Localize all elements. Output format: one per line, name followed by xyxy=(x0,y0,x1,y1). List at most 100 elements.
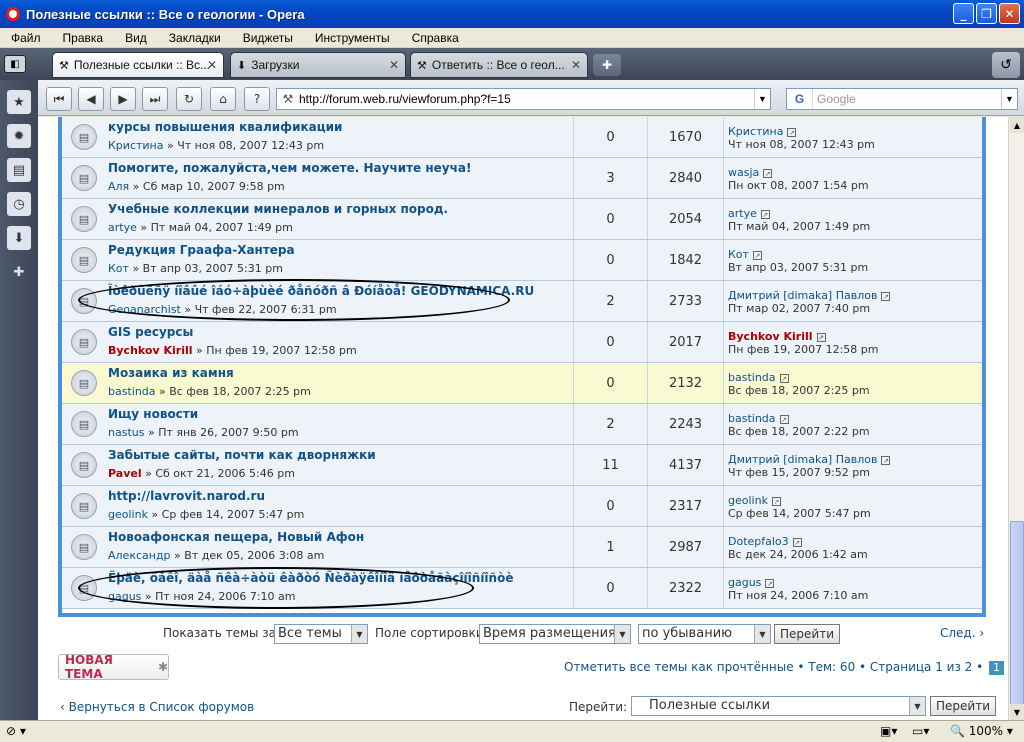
vertical-scrollbar[interactable]: ▲ ▼ xyxy=(1008,117,1024,742)
topic-title-link[interactable]: Учебные коллекции минералов и горных пор… xyxy=(108,202,448,216)
security-icon[interactable]: ? xyxy=(244,87,270,111)
last-post-author-link[interactable]: Дмитрий [dimaka] Павлов ↗ xyxy=(728,289,983,302)
minimize-button[interactable]: _ xyxy=(953,3,974,24)
topic-author-link[interactable]: Geoanarchist xyxy=(108,303,181,316)
rewind-icon[interactable]: ⏮ xyxy=(46,87,72,111)
new-topic-button[interactable]: НОВАЯ ТЕМА ✱ xyxy=(58,653,169,681)
last-post-author-link[interactable]: bastinda ↗ xyxy=(728,412,983,425)
add-panel-icon[interactable]: ✚ xyxy=(7,260,31,284)
topic-author-link[interactable]: Кот xyxy=(108,262,129,275)
last-post-author-link[interactable]: Кот ↗ xyxy=(728,248,983,261)
menu-tools[interactable]: Инструменты xyxy=(304,31,401,45)
jump-forum-select[interactable]: Полезные ссылки ▼ xyxy=(631,696,926,716)
scroll-down-icon[interactable]: ▼ xyxy=(1010,704,1024,720)
view-latest-post-icon[interactable]: ↗ xyxy=(779,415,789,424)
tab-downloads[interactable]: ⬇ Загрузки ✕ xyxy=(230,52,406,78)
menu-bookmarks[interactable]: Закладки xyxy=(158,31,232,45)
fast-forward-icon[interactable]: ⏭ xyxy=(142,87,168,111)
pagination-text[interactable]: Отметить все темы как прочтённые • Тем: … xyxy=(564,660,983,674)
topic-title-link[interactable]: Ищу новости xyxy=(108,407,198,421)
last-post-author-link[interactable]: Кристина ↗ xyxy=(728,125,983,138)
bookmarks-panel-icon[interactable]: ★ xyxy=(7,90,31,114)
image-toggle-icon[interactable]: ▭▾ xyxy=(912,724,929,738)
topic-author-link[interactable]: Александр xyxy=(108,549,171,562)
last-post-author-link[interactable]: Dotepfalo3 ↗ xyxy=(728,535,983,548)
zoom-control[interactable]: 🔍 100% ▾ xyxy=(950,724,1013,738)
topic-author-link[interactable]: Bychkov Kirill xyxy=(108,344,193,357)
topic-title-link[interactable]: курсы повышения квалификации xyxy=(108,120,342,134)
menu-file[interactable]: Файл xyxy=(0,31,52,45)
menu-edit[interactable]: Правка xyxy=(52,31,115,45)
trash-icon[interactable]: ↺ xyxy=(992,52,1020,78)
topic-author-link[interactable]: nastus xyxy=(108,426,144,439)
search-field[interactable]: G Google ▼ xyxy=(786,88,1018,110)
back-to-forums-link[interactable]: ‹ Вернуться в Список форумов xyxy=(60,700,254,714)
topic-author-link[interactable]: artye xyxy=(108,221,137,234)
history-panel-icon[interactable]: ◷ xyxy=(7,192,31,216)
view-latest-post-icon[interactable]: ↗ xyxy=(771,497,781,506)
tab-close-icon[interactable]: ✕ xyxy=(571,58,581,72)
topic-title-link[interactable]: GIS ресурсы xyxy=(108,325,193,339)
view-latest-post-icon[interactable]: ↗ xyxy=(881,456,891,465)
tab-reply[interactable]: ⚒ Ответить :: Все о геол... ✕ xyxy=(410,52,588,78)
menu-view[interactable]: Вид xyxy=(114,31,158,45)
view-latest-post-icon[interactable]: ↗ xyxy=(881,292,891,301)
view-latest-post-icon[interactable]: ↗ xyxy=(779,374,789,383)
close-window-button[interactable]: ✕ xyxy=(999,3,1020,24)
last-post-author-link[interactable]: gagus ↗ xyxy=(728,576,983,589)
forward-icon[interactable]: ▶ xyxy=(110,87,136,111)
show-topics-select[interactable]: Все темы ▼ xyxy=(274,624,368,644)
last-post-author-link[interactable]: Дмитрий [dimaka] Павлов ↗ xyxy=(728,453,983,466)
tab-close-icon[interactable]: ✕ xyxy=(389,58,399,72)
topic-author-link[interactable]: Кристина xyxy=(108,139,163,152)
menu-widgets[interactable]: Виджеты xyxy=(232,31,304,45)
topic-title-link[interactable]: Мозаика из камня xyxy=(108,366,234,380)
maximize-button[interactable]: ❐ xyxy=(976,3,997,24)
view-latest-post-icon[interactable]: ↗ xyxy=(787,128,797,137)
view-latest-post-icon[interactable]: ↗ xyxy=(816,333,826,342)
topic-title-link[interactable]: Помогите, пожалуйста,чем можете. Научите… xyxy=(108,161,471,175)
view-latest-post-icon[interactable]: ↗ xyxy=(763,169,773,178)
topic-title-link[interactable]: Редукция Граафа-Хантера xyxy=(108,243,295,257)
home-icon[interactable]: ⌂ xyxy=(210,87,236,111)
view-latest-post-icon[interactable]: ↗ xyxy=(752,251,762,260)
back-icon[interactable]: ◀ xyxy=(78,87,104,111)
last-post-author-link[interactable]: wasja ↗ xyxy=(728,166,983,179)
menu-help[interactable]: Справка xyxy=(401,31,470,45)
topic-author-link[interactable]: geolink xyxy=(108,508,148,521)
reload-icon[interactable]: ↻ xyxy=(176,87,202,111)
notes-panel-icon[interactable]: ▤ xyxy=(7,158,31,182)
last-post-author-link[interactable]: Bychkov Kirill ↗ xyxy=(728,330,983,343)
address-bar[interactable]: ⚒ http://forum.web.ru/viewforum.php?f=15… xyxy=(276,88,771,110)
google-icon[interactable]: G xyxy=(787,89,813,109)
last-post-author-link[interactable]: bastinda ↗ xyxy=(728,371,983,384)
topic-author-link[interactable]: bastinda xyxy=(108,385,156,398)
new-tab-button[interactable]: ✚ xyxy=(593,54,621,76)
topic-author-link[interactable]: Аля xyxy=(108,180,129,193)
view-latest-post-icon[interactable]: ↗ xyxy=(760,210,770,219)
sort-order-select[interactable]: по убыванию ▼ xyxy=(638,624,771,644)
topic-title-link[interactable]: Ëþäè, ôåêî, äàå ñêà÷àòü êàðòó Ñèðàÿêîíîâ… xyxy=(108,571,513,585)
last-post-author-link[interactable]: geolink ↗ xyxy=(728,494,983,507)
page-tools-icon[interactable]: ▣▾ xyxy=(880,724,897,738)
widgets-panel-icon[interactable]: ✹ xyxy=(7,124,31,148)
last-post-author-link[interactable]: artye ↗ xyxy=(728,207,983,220)
topic-author-link[interactable]: Pavel xyxy=(108,467,142,480)
topic-title-link[interactable]: http://lavrovit.narod.ru xyxy=(108,489,265,503)
address-url[interactable]: http://forum.web.ru/viewforum.php?f=15 xyxy=(299,92,511,106)
address-dropdown-icon[interactable]: ▼ xyxy=(754,89,770,109)
view-latest-post-icon[interactable]: ↗ xyxy=(792,538,802,547)
panel-toggle-icon[interactable]: ◧ xyxy=(4,55,26,73)
apply-sort-button[interactable]: Перейти xyxy=(774,624,840,644)
topic-author-link[interactable]: gagus xyxy=(108,590,141,603)
topic-title-link[interactable]: Новоафонская пещера, Новый Афон xyxy=(108,530,364,544)
tab-close-icon[interactable]: ✕ xyxy=(207,58,217,72)
next-page-link[interactable]: След. › xyxy=(940,626,984,640)
transfer-icon[interactable]: ⊘ ▾ xyxy=(6,724,26,738)
scroll-up-icon[interactable]: ▲ xyxy=(1010,117,1024,133)
view-latest-post-icon[interactable]: ↗ xyxy=(765,579,775,588)
tab-useful-links[interactable]: ⚒ Полезные ссылки :: Вс... ✕ xyxy=(52,52,224,78)
sort-field-select[interactable]: Время размещения ▼ xyxy=(479,624,631,644)
jump-go-button[interactable]: Перейти xyxy=(930,696,996,716)
search-dropdown-icon[interactable]: ▼ xyxy=(1001,89,1017,109)
